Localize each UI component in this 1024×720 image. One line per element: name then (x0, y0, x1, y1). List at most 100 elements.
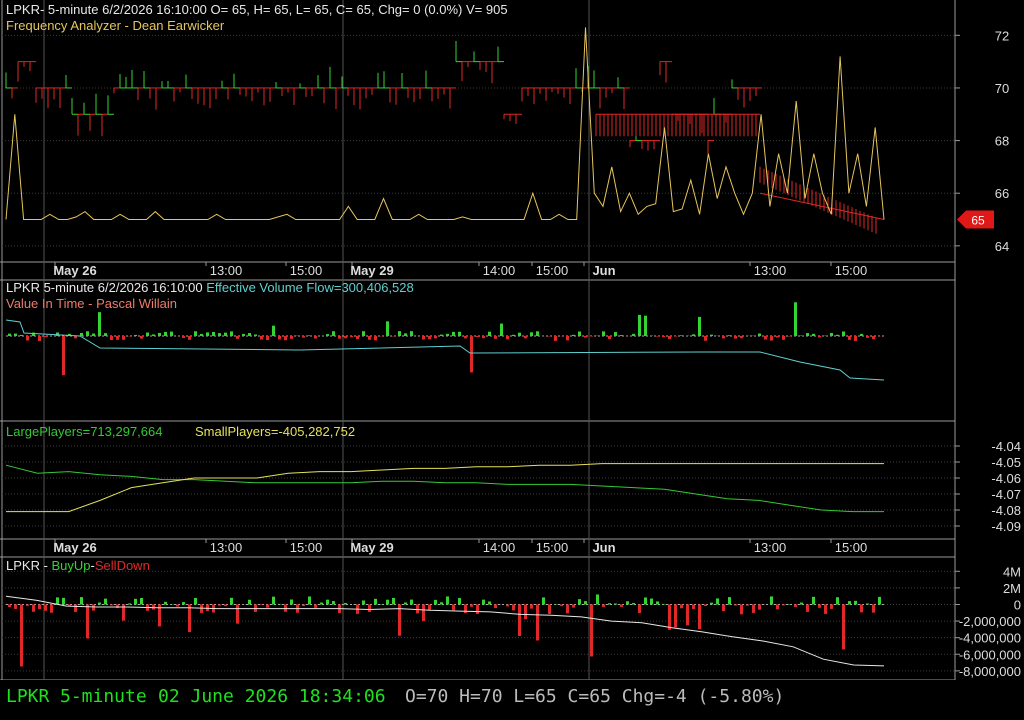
buysell-bar (692, 604, 695, 609)
vit-bar (764, 336, 767, 340)
buysell-bar (452, 604, 455, 611)
x-axis-label: 15:00 (835, 263, 868, 278)
buysell-bar (716, 598, 719, 605)
vit-bar (440, 334, 443, 336)
last-price-tag-text: 65 (971, 214, 985, 228)
buysell-bar (230, 597, 233, 605)
buysell-bar (824, 604, 827, 614)
effective-volume-flow-line (5, 319, 885, 381)
vit-bar (254, 334, 257, 336)
vit-bar (356, 336, 359, 340)
vit-bar (104, 333, 107, 336)
buysell-bar (566, 604, 569, 614)
x-axis-label: 14:00 (483, 540, 516, 555)
buysell-tick-label: -2,000,000 (959, 614, 1021, 629)
buysell-bar (182, 602, 185, 605)
vit-bar (134, 334, 137, 336)
players-tick-label: -4.08 (991, 503, 1021, 518)
buysell-bar (872, 604, 875, 613)
status-ohlc: O=70 H=70 L=65 C=65 Chg=-4 (-5.80%) (405, 686, 785, 707)
buysell-bar (446, 596, 449, 605)
vit-bar (458, 331, 461, 336)
buysell-bar (854, 600, 857, 605)
buysell-bar (638, 604, 641, 614)
vit-bar (62, 336, 65, 376)
buysell-bar (536, 604, 539, 641)
vit-bar (470, 336, 473, 373)
buysell-bar (290, 599, 293, 605)
buysell-bar (344, 602, 347, 605)
vit-bar (140, 336, 143, 339)
buysell-bar (800, 602, 803, 605)
vit-bar (224, 332, 227, 336)
vit-bar (188, 336, 191, 340)
panel2-header: LPKR 5-minute 6/2/2026 16:10:00 Effectiv… (6, 280, 414, 295)
buysell-bar (560, 604, 563, 607)
buysell-bar (494, 604, 497, 609)
vit-bar (866, 336, 869, 338)
status-datetime: 02 June 2026 18:34:06 (158, 686, 386, 707)
players-tick-label: -4.06 (991, 471, 1021, 486)
buysell-bar (836, 597, 839, 605)
buysell-bar (332, 601, 335, 605)
vit-bar (836, 334, 839, 336)
buysell-bar (236, 604, 239, 624)
vit-bar (806, 333, 809, 336)
buysell-bar (368, 604, 371, 612)
status-interval: 5-minute (60, 686, 147, 707)
vit-bar (830, 333, 833, 336)
panel4-header: LPKR - BuyUp-SellDown (6, 558, 150, 573)
buysell-bar (116, 604, 119, 609)
vit-bar (482, 336, 485, 339)
buysell-bar (626, 601, 629, 605)
vit-bar (722, 336, 725, 339)
x-axis-label: Jun (592, 263, 615, 278)
buysell-bar (218, 604, 221, 606)
buysell-bar (44, 604, 47, 611)
buysell-bar (362, 600, 365, 605)
buysell-bar (194, 597, 197, 605)
x-axis-label: 15:00 (536, 263, 569, 278)
vit-bar (734, 336, 737, 339)
vit-bar (164, 331, 167, 336)
vit-bar (194, 331, 197, 336)
x-axis-label: 15:00 (290, 540, 323, 555)
panel1-indicator-title: Frequency Analyzer - Dean Earwicker (6, 18, 225, 33)
vit-bar (848, 336, 851, 340)
vit-bar (500, 323, 503, 336)
vit-bar (446, 333, 449, 336)
small-players-line (6, 463, 884, 513)
vit-bar (782, 336, 785, 340)
large-players-label: LargePlayers=713,297,664 (6, 424, 162, 439)
vit-bar (398, 331, 401, 336)
vit-bar (566, 336, 569, 341)
small-players-label: SmallPlayers=-405,282,752 (195, 424, 355, 439)
players-tick-label: -4.07 (991, 487, 1021, 502)
buysell-bar (734, 604, 737, 606)
panel2-header-flow: Effective Volume Flow=300,406,528 (206, 280, 414, 295)
buysell-bar (278, 603, 281, 605)
status-bar: LPKR 5-minute 02 June 2026 18:34:06 O=70… (0, 680, 1024, 720)
vit-bar (644, 315, 647, 336)
vit-bar (74, 336, 77, 339)
buysell-bar (398, 604, 401, 636)
vit-bar (158, 332, 161, 336)
price-tick-label: 72 (995, 28, 1009, 43)
players-tick-label: -4.04 (991, 439, 1021, 454)
vit-bar (212, 331, 215, 336)
vit-bar (842, 331, 845, 336)
buysell-bar (152, 604, 155, 610)
buysell-bar (512, 604, 515, 611)
buysell-bar (26, 604, 29, 606)
vit-bar (26, 336, 29, 341)
vit-bar (20, 334, 23, 336)
price-tick-label: 66 (995, 186, 1009, 201)
panel2-header-prefix: LPKR 5-minute 6/2/2026 16:10:00 (6, 280, 206, 295)
vit-bar (170, 331, 173, 336)
vit-bar (860, 333, 863, 336)
buysell-bar (770, 596, 773, 605)
buysell-bar (104, 598, 107, 605)
buysell-bar (794, 604, 797, 607)
vit-bar (488, 331, 491, 336)
vit-bar (704, 336, 707, 341)
